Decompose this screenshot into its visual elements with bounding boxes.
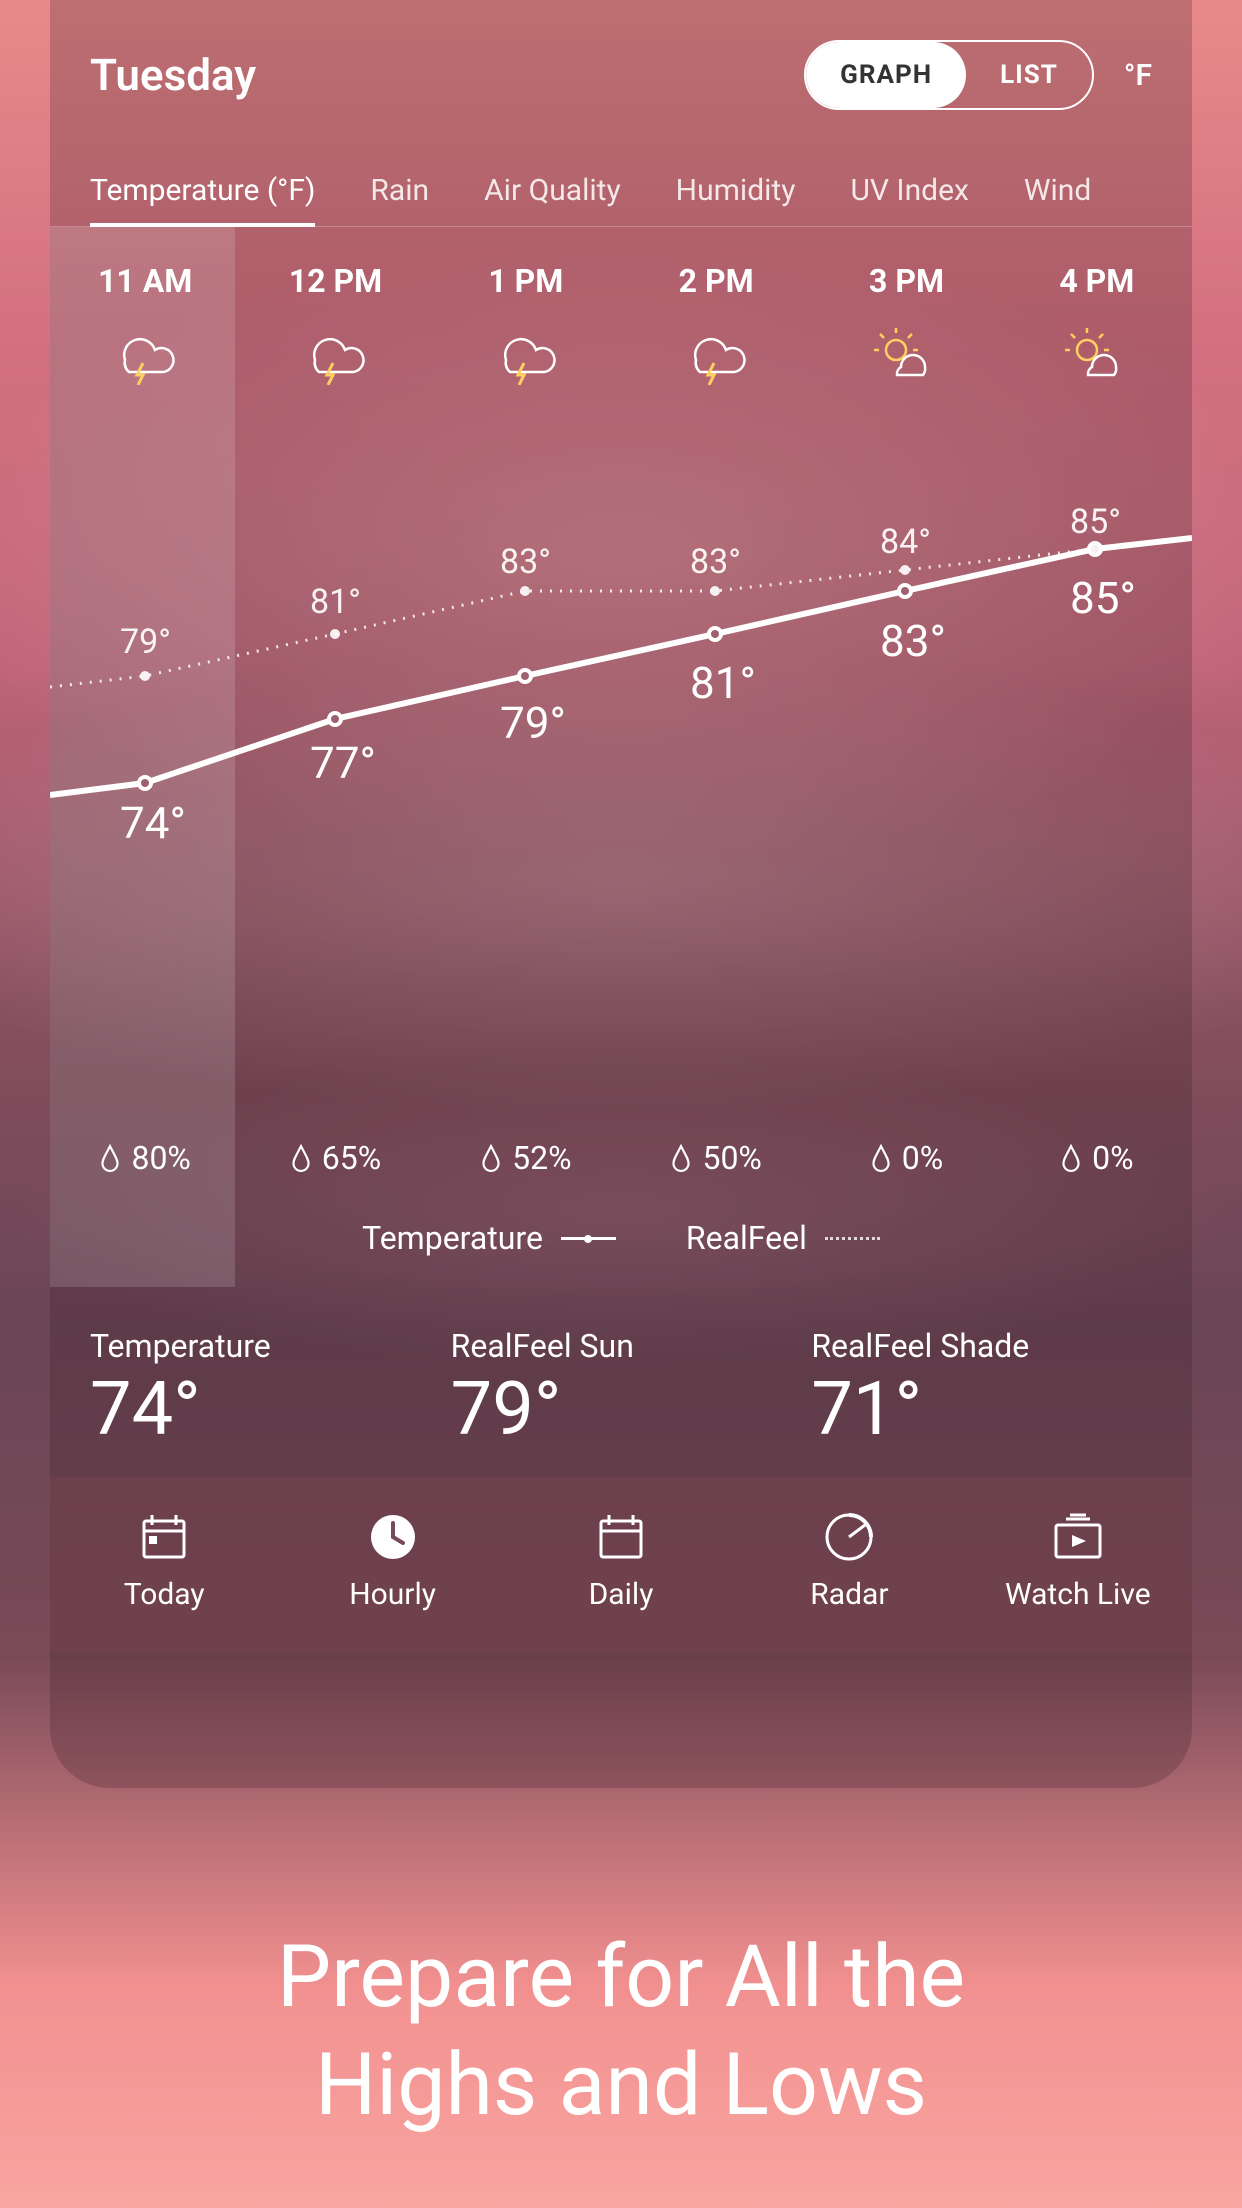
- precip-3: 50%: [621, 1139, 811, 1177]
- calendar-icon: [507, 1507, 735, 1567]
- chart-legend: Temperature RealFeel: [50, 1219, 1192, 1257]
- partly-sunny-icon: [1002, 320, 1192, 390]
- marketing-text: Prepare for All the Highs and Lows: [0, 1923, 1242, 2138]
- drop-icon: [99, 1144, 121, 1172]
- tab-rain[interactable]: Rain: [370, 155, 429, 226]
- tab-uv-index[interactable]: UV Index: [850, 155, 968, 226]
- summary-label: Temperature: [90, 1327, 431, 1365]
- chart-area[interactable]: 11 AM 12 PM 1 PM: [50, 227, 1192, 1287]
- summary-temperature[interactable]: Temperature 74°: [90, 1327, 431, 1447]
- summary-value: 71°: [811, 1373, 1152, 1447]
- summary-value: 79°: [451, 1373, 792, 1447]
- top-bar: Tuesday GRAPH LIST °F: [50, 0, 1192, 130]
- bottom-nav: Today Hourly Daily Radar Watch Live: [50, 1477, 1192, 1652]
- unit-label[interactable]: °F: [1124, 58, 1152, 93]
- precip-row: 80% 65% 52% 50% 0% 0%: [50, 1139, 1192, 1177]
- hour-time: 4 PM: [1002, 262, 1192, 300]
- storm-icon: [431, 320, 621, 390]
- hours-header: 11 AM 12 PM 1 PM: [50, 227, 1192, 390]
- tab-humidity[interactable]: Humidity: [676, 155, 796, 226]
- hour-col-1[interactable]: 12 PM: [240, 262, 430, 390]
- summary-value: 74°: [90, 1373, 431, 1447]
- precip-2: 52%: [431, 1139, 621, 1177]
- hour-col-0[interactable]: 11 AM: [50, 262, 240, 390]
- toggle-graph[interactable]: GRAPH: [806, 42, 966, 108]
- temperature-line-chart: [50, 455, 1192, 865]
- hour-col-5[interactable]: 4 PM: [1002, 262, 1192, 390]
- drop-icon: [870, 1144, 892, 1172]
- precip-4: 0%: [811, 1139, 1001, 1177]
- storm-icon: [240, 320, 430, 390]
- tab-temperature[interactable]: Temperature (°F): [90, 155, 315, 226]
- hour-col-4[interactable]: 3 PM: [811, 262, 1001, 390]
- nav-daily[interactable]: Daily: [507, 1507, 735, 1612]
- precip-5: 0%: [1002, 1139, 1192, 1177]
- calendar-today-icon: [50, 1507, 278, 1567]
- hour-col-3[interactable]: 2 PM: [621, 262, 811, 390]
- summary-label: RealFeel Sun: [451, 1327, 792, 1365]
- partly-sunny-icon: [811, 320, 1001, 390]
- clock-icon: [278, 1507, 506, 1567]
- radar-icon: [735, 1507, 963, 1567]
- hour-time: 11 AM: [50, 262, 240, 300]
- summary-realfeel-shade[interactable]: RealFeel Shade 71°: [811, 1327, 1152, 1447]
- weather-app-screen: Tuesday GRAPH LIST °F Temperature (°F) R…: [50, 0, 1192, 1788]
- metric-tabs: Temperature (°F) Rain Air Quality Humidi…: [50, 130, 1192, 227]
- hour-time: 3 PM: [811, 262, 1001, 300]
- hour-time: 2 PM: [621, 262, 811, 300]
- drop-icon: [670, 1144, 692, 1172]
- drop-icon: [480, 1144, 502, 1172]
- hour-time: 1 PM: [431, 262, 621, 300]
- summary-realfeel-sun[interactable]: RealFeel Sun 79°: [451, 1327, 792, 1447]
- storm-icon: [621, 320, 811, 390]
- view-toggle: GRAPH LIST: [804, 40, 1094, 110]
- summary-cards: Temperature 74° RealFeel Sun 79° RealFee…: [50, 1287, 1192, 1477]
- toggle-list[interactable]: LIST: [966, 42, 1092, 108]
- nav-radar[interactable]: Radar: [735, 1507, 963, 1612]
- drop-icon: [1060, 1144, 1082, 1172]
- tab-air-quality[interactable]: Air Quality: [484, 155, 621, 226]
- nav-watch-live[interactable]: Watch Live: [964, 1507, 1192, 1612]
- legend-temperature: Temperature: [362, 1219, 616, 1257]
- drop-icon: [290, 1144, 312, 1172]
- storm-icon: [50, 320, 240, 390]
- legend-realfeel: RealFeel: [686, 1219, 880, 1257]
- nav-hourly[interactable]: Hourly: [278, 1507, 506, 1612]
- day-title: Tuesday: [90, 49, 256, 101]
- precip-0: 80%: [50, 1139, 240, 1177]
- precip-1: 65%: [240, 1139, 430, 1177]
- tab-wind[interactable]: Wind: [1024, 155, 1091, 226]
- hour-col-2[interactable]: 1 PM: [431, 262, 621, 390]
- nav-today[interactable]: Today: [50, 1507, 278, 1612]
- tv-play-icon: [964, 1507, 1192, 1567]
- summary-label: RealFeel Shade: [811, 1327, 1152, 1365]
- hour-time: 12 PM: [240, 262, 430, 300]
